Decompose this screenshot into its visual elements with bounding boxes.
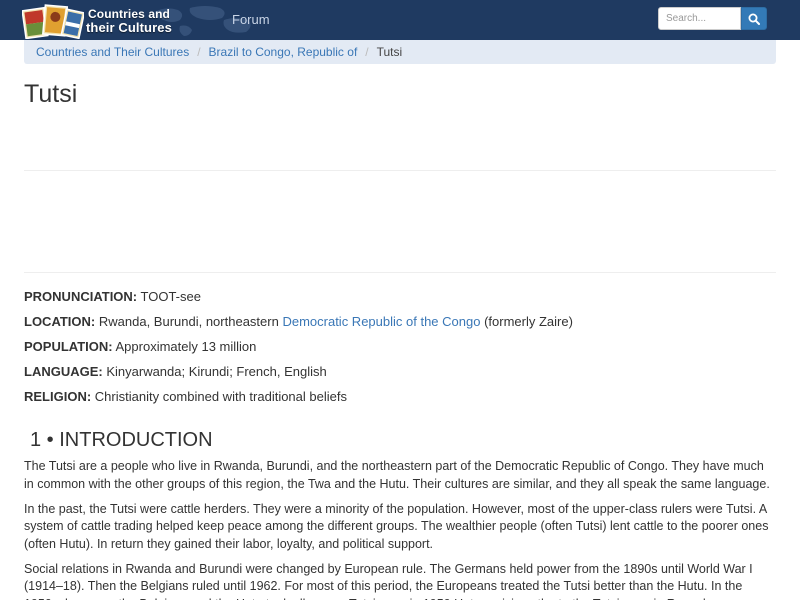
fact-value: Approximately 13 million [115,339,257,354]
fact-value: Christianity combined with traditional b… [94,389,347,404]
search-input[interactable] [658,7,741,30]
paragraph: The Tutsi are a people who live in Rwand… [24,459,770,491]
fact-value: TOOT-see [140,289,201,304]
nav-forum-link[interactable]: Forum [232,12,270,27]
search-icon [748,13,760,25]
quick-facts: PRONUNCIATION: TOOT-see LOCATION: Rwanda… [24,288,776,413]
fact-pronunciation: PRONUNCIATION: TOOT-see [24,288,776,313]
paragraph: In the past, the Tutsi were cattle herde… [24,501,769,551]
site-logo-icon [22,4,84,39]
search-button[interactable] [741,7,767,30]
breadcrumb: Countries and Their Cultures / Brazil to C… [24,40,776,64]
divider [24,272,776,273]
fact-label: LOCATION: [24,314,96,329]
fact-religion: RELIGION: Christianity combined with tra… [24,388,776,413]
fact-language: LANGUAGE: Kinyarwanda; Kirundi; French, … [24,363,776,388]
section-body: The Tutsi are a people who live in Rwand… [24,458,776,600]
site-logo-text: Countries and their Cultures [86,7,172,35]
fact-label: RELIGION: [24,389,92,404]
fact-label: POPULATION: [24,339,113,354]
fact-location: LOCATION: Rwanda, Burundi, northeastern … [24,313,776,338]
fact-population: POPULATION: Approximately 13 million [24,338,776,363]
fact-label: LANGUAGE: [24,364,103,379]
fact-label: PRONUNCIATION: [24,289,138,304]
site-logo-link[interactable]: Countries and their Cultures [22,3,218,39]
paragraph: Social relations in Rwanda and Burundi w… [24,561,753,600]
drc-link[interactable]: Democratic Republic of the Congo [282,314,480,329]
fact-value: Kinyarwanda; Kirundi; French, English [106,364,327,379]
breadcrumb-link-home[interactable]: Countries and Their Cultures [36,45,189,59]
breadcrumb-separator: / [197,45,201,59]
divider [24,170,776,171]
top-navbar: Countries and their Cultures Forum [0,0,800,40]
fact-value: Rwanda, Burundi, northeastern [98,314,279,329]
fact-value: (formerly Zaire) [484,314,573,329]
breadcrumb-link-region[interactable]: Brazil to Congo, Republic of [209,45,358,59]
page-title: Tutsi [24,80,78,108]
breadcrumb-separator: / [365,45,369,59]
section-heading: 1 • INTRODUCTION [30,429,213,451]
breadcrumb-current: Tutsi [376,45,403,59]
